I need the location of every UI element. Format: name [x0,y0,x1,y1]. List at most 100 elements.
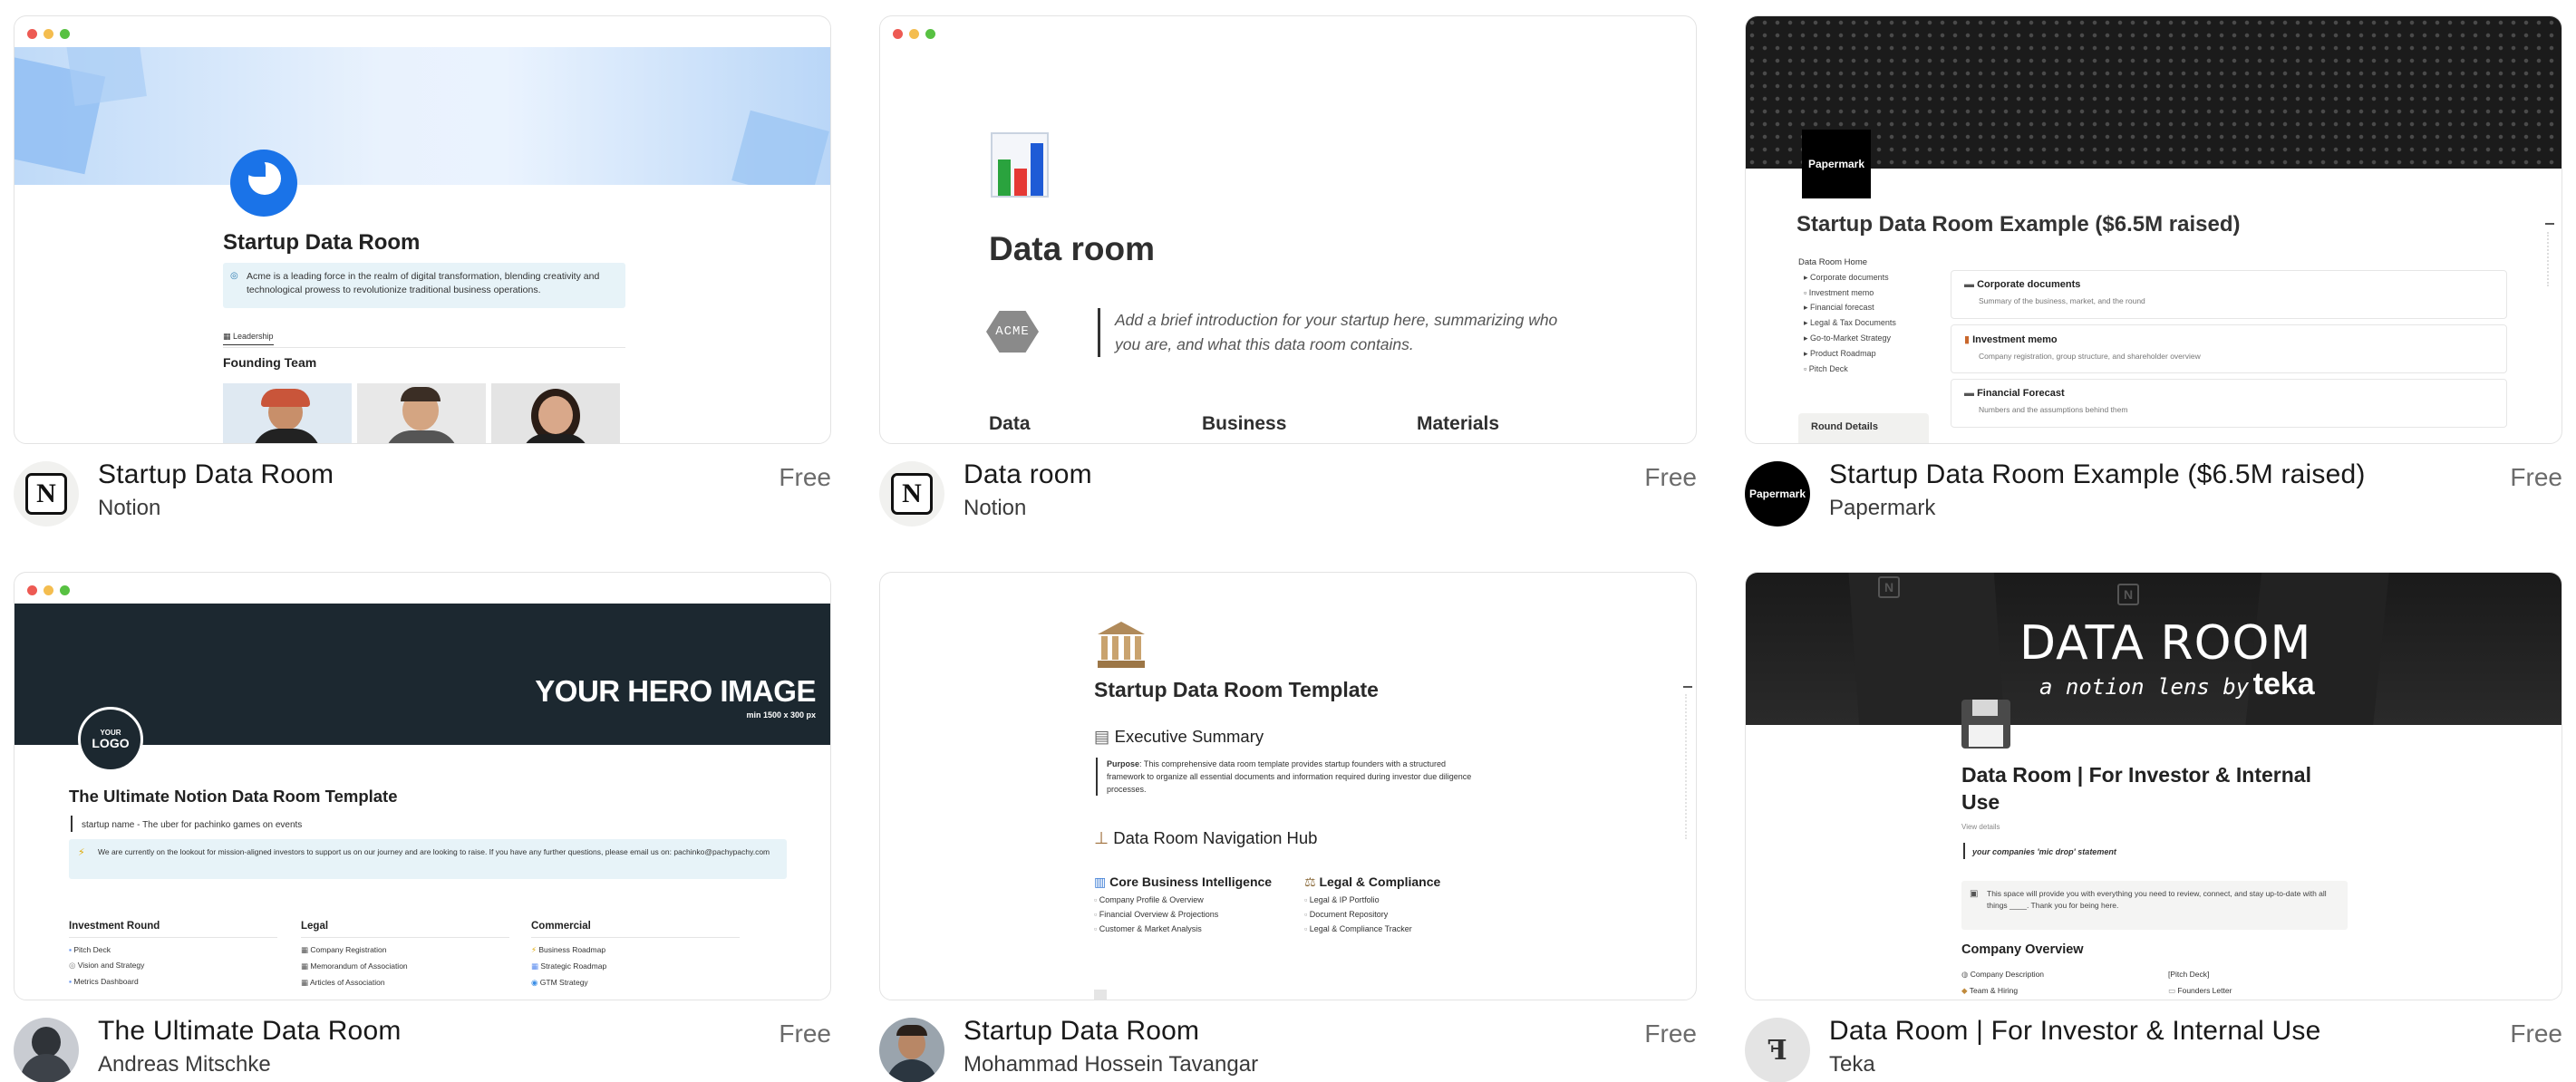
template-title[interactable]: The Ultimate Data Room [98,1016,402,1047]
template-price: Free [2510,1019,2562,1048]
page-link[interactable]: ▭ Founders Letter [2168,986,2232,996]
template-info: The Ultimate Data Room Andreas Mitschke … [14,1016,831,1082]
template-preview[interactable]: Startup Data Room ◎ Acme is a leading fo… [14,15,831,444]
page-link[interactable]: ▦ Articles of Association [301,978,509,988]
page-title: Startup Data Room [223,230,421,255]
column-heading: Materials [1417,413,1500,434]
template-card[interactable]: Startup Data Room ◎ Acme is a leading fo… [14,15,831,572]
papermark-avatar-text: Papermark [1748,488,1806,500]
page-link[interactable]: ▫ Customer & Market Analysis [1094,924,1303,933]
template-preview[interactable]: Papermark Startup Data Room Example ($6.… [1745,15,2562,444]
page-link[interactable]: ◍ Company Description [1961,970,2044,979]
template-title[interactable]: Data Room | For Investor & Internal Use [1829,1016,2320,1047]
section-heading: Founding Team [223,355,317,370]
team-icon: ◆ [1961,986,1970,995]
template-preview[interactable]: Data room ACME Add a brief introduction … [879,15,1697,444]
template-card[interactable]: Startup Data Room Template ▤ Executive S… [879,572,1697,1082]
creator-avatar[interactable] [14,1018,79,1082]
page-link[interactable]: [Pitch Deck] [2168,970,2209,979]
creator-avatar[interactable]: N [14,461,79,527]
nav-item[interactable]: ▫ Pitch Deck [1804,364,1934,373]
template-author[interactable]: Andreas Mitschke [98,1052,271,1077]
creator-avatar[interactable]: N [879,461,944,527]
page-link[interactable]: ▫ Document Repository [1304,910,1513,919]
template-preview[interactable]: N N DATA ROOM a notion lens by teka Data… [1745,572,2562,1000]
window-controls [27,585,70,595]
column-legal: Legal ▦ Company Registration ▦ Memorandu… [301,921,509,988]
cover-banner: N N DATA ROOM a notion lens by teka [1746,573,2561,725]
page-link[interactable]: ◎ Vision and Strategy [69,961,277,971]
template-card[interactable]: Data room ACME Add a brief introduction … [879,15,1697,572]
nav-item[interactable]: ▸ Corporate documents [1804,273,1934,283]
page-link[interactable]: ▫ Company Profile & Overview [1094,895,1303,904]
chart-icon: ▥ [1094,874,1110,889]
nav-item[interactable]: ▸ Legal & Tax Documents [1804,318,1934,328]
tagline: startup name - The uber for pachinko gam… [71,816,302,832]
template-author[interactable]: Teka [1829,1052,1875,1077]
page-title: Startup Data Room Template [1094,678,1379,701]
template-title[interactable]: Startup Data Room [964,1016,1199,1047]
page-link[interactable]: ▪ Metrics Dashboard [69,977,277,986]
template-author[interactable]: Mohammad Hossein Tavangar [964,1052,1258,1077]
scroll-indicator [2545,223,2554,225]
page-icon: ▦ [301,978,310,987]
page-link[interactable]: ▦ Strategic Roadmap [531,961,740,971]
template-card[interactable]: N N DATA ROOM a notion lens by teka Data… [1745,572,2562,1082]
classical-building-icon [1098,622,1145,669]
template-card[interactable]: Papermark Startup Data Room Example ($6.… [1745,15,2562,572]
page-link[interactable]: ▫ Legal & IP Portfolio [1304,895,1513,904]
round-details-panel: Round Details [1798,413,1929,443]
page-link[interactable]: ▦ Memorandum of Association [301,961,509,971]
cover-image [15,47,830,185]
page-icon: ◉ [531,978,540,987]
overview-row: ◍ Company Description [Pitch Deck] [1961,970,2351,980]
template-title[interactable]: Startup Data Room [98,459,334,490]
link-block[interactable]: ▬ Corporate documents Summary of the bus… [1951,270,2507,319]
scales-icon: ⚖ [1304,874,1320,889]
page-link[interactable]: ▦ Company Registration [301,945,509,955]
nav-item[interactable]: ▸ Product Roadmap [1804,349,1934,359]
tab-leadership[interactable]: ▦ Leadership [223,332,274,345]
link-block[interactable]: ▬ Financial Forecast Numbers and the ass… [1951,379,2507,428]
document-icon: ▮ [1964,334,1973,345]
template-preview[interactable]: Startup Data Room Template ▤ Executive S… [879,572,1697,1000]
column-heading: Business [1202,413,1287,434]
page-link[interactable]: ▫ Financial Overview & Projections [1094,910,1303,919]
bar-chart-icon [991,132,1049,198]
page-link[interactable]: ⚡ Business Roadmap [531,945,740,955]
page-link[interactable]: ◆ Team & Hiring [1961,986,2018,995]
logo-placeholder: YOUR LOGO [78,707,143,772]
core-business-list: ▥ Core Business Intelligence ▫ Company P… [1094,874,1303,933]
template-author[interactable]: Papermark [1829,496,1935,521]
signpost-icon: ⊥ [1094,828,1114,847]
creator-avatar[interactable]: ꟻ [1745,1018,1810,1082]
creator-avatar[interactable] [879,1018,944,1082]
template-preview[interactable]: YOUR HERO IMAGE min 1500 x 300 px YOUR L… [14,572,831,1000]
page-link[interactable]: ▫ Legal & Compliance Tracker [1304,924,1513,933]
page-link[interactable]: ◉ GTM Strategy [531,978,740,988]
page-title: Data Room | For Investor & Internal Use [1961,763,2311,814]
template-price: Free [779,463,831,491]
nav-item[interactable]: ▫ Investment memo [1804,288,1934,297]
teka-logo-icon: ꟻ [1767,1034,1787,1067]
nav-home-link[interactable]: Data Room Home [1798,257,1934,267]
callout: ▣ This space will provide you with every… [1961,881,2348,930]
template-author[interactable]: Notion [98,496,160,521]
template-title[interactable]: Startup Data Room Example ($6.5M raised) [1829,459,2366,490]
link-block[interactable]: ▮ Investment memo Company registration, … [1951,324,2507,373]
page-icon: ▦ [301,945,311,954]
template-card[interactable]: YOUR HERO IMAGE min 1500 x 300 px YOUR L… [14,572,831,1082]
page-icon [230,150,297,217]
page-link[interactable]: ▪ Pitch Deck [69,945,277,954]
section-heading: ▤ Executive Summary [1094,727,1264,746]
template-title[interactable]: Data room [964,459,1092,490]
page-icon: ▦ [301,961,311,971]
letter-icon: ▭ [2168,986,2178,995]
column-investment: Investment Round ▪ Pitch Deck ◎ Vision a… [69,921,277,986]
nav-item[interactable]: ▸ Financial forecast [1804,303,1934,313]
papermark-logo: Papermark [1802,130,1871,198]
creator-avatar[interactable]: Papermark [1745,461,1810,527]
view-details-link[interactable]: View details [1961,823,2000,831]
template-author[interactable]: Notion [964,496,1026,521]
nav-item[interactable]: ▸ Go-to-Market Strategy [1804,333,1934,343]
